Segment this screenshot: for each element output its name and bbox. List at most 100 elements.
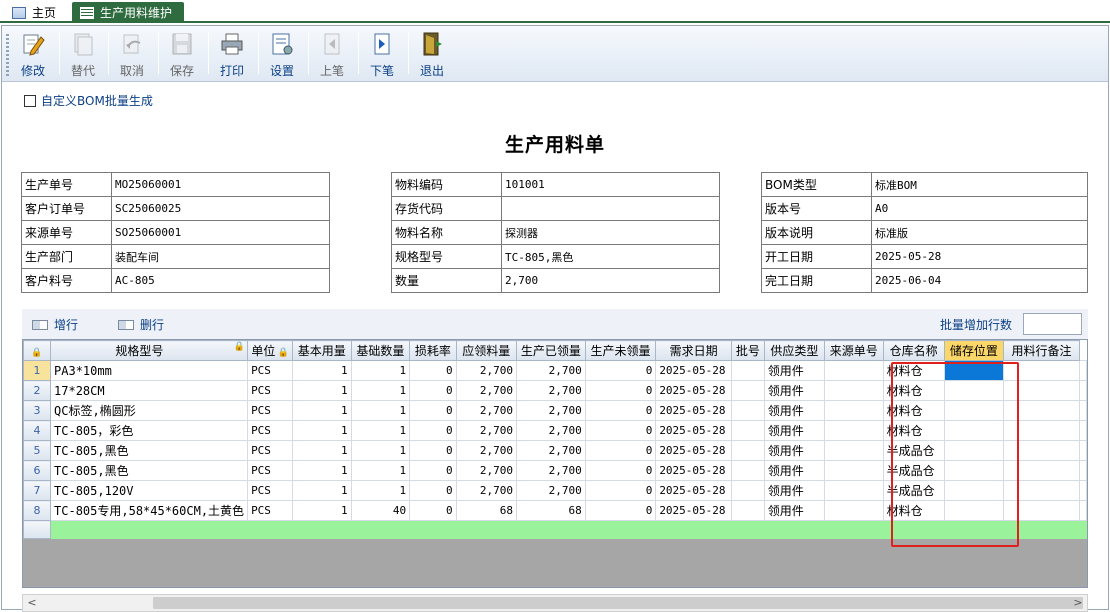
table-cell[interactable]: 2,700 bbox=[515, 440, 586, 461]
table-cell[interactable]: 材料仓 bbox=[882, 400, 945, 421]
table-row[interactable]: 8 TC-805专用,58*45*60CM,土黄色 PCS 1 40 0 68 68 0 2025… bbox=[23, 500, 1087, 521]
exit-button[interactable]: 退出 bbox=[409, 28, 455, 78]
table-cell[interactable] bbox=[943, 420, 1005, 441]
field-value[interactable]: 2025-06-04 bbox=[871, 268, 1088, 293]
table-cell[interactable]: QC标签,椭圆形 bbox=[50, 400, 249, 421]
table-cell[interactable]: 2,700 bbox=[455, 400, 517, 421]
table-cell[interactable] bbox=[824, 360, 884, 381]
table-cell[interactable]: 2025-05-28 bbox=[655, 420, 732, 441]
table-cell[interactable] bbox=[824, 440, 884, 461]
table-cell[interactable]: 1 bbox=[292, 380, 352, 401]
table-cell[interactable] bbox=[247, 520, 294, 539]
table-cell[interactable] bbox=[943, 500, 1005, 521]
new-entry-row[interactable] bbox=[23, 520, 1087, 539]
col-header-issued-qty[interactable]: 生产已领量 bbox=[515, 340, 586, 361]
edit-button[interactable]: 修改 bbox=[10, 28, 56, 78]
table-cell[interactable] bbox=[730, 420, 765, 441]
table-cell[interactable] bbox=[1003, 420, 1080, 441]
table-cell[interactable]: PCS bbox=[247, 460, 294, 481]
row-number[interactable]: 3 bbox=[23, 400, 52, 421]
table-cell[interactable]: 68 bbox=[455, 500, 517, 521]
table-cell[interactable]: TC-805,120V bbox=[50, 480, 249, 501]
field-value[interactable]: 装配车间 bbox=[111, 244, 330, 269]
table-cell[interactable] bbox=[1003, 480, 1080, 501]
cancel-button[interactable]: 取消 bbox=[109, 28, 155, 78]
table-cell[interactable] bbox=[730, 400, 765, 421]
table-cell[interactable] bbox=[943, 460, 1005, 481]
col-header-supply-type[interactable]: 供应类型 bbox=[763, 340, 826, 361]
table-cell[interactable]: 半成品仓 bbox=[882, 460, 945, 481]
col-header-required-qty[interactable]: 应领料量 bbox=[455, 340, 517, 361]
table-cell[interactable]: 领用件 bbox=[763, 480, 826, 501]
table-cell[interactable] bbox=[292, 520, 352, 539]
scroll-right-arrow[interactable]: > bbox=[1070, 596, 1086, 610]
table-cell[interactable]: PCS bbox=[247, 440, 294, 461]
table-cell[interactable]: 0 bbox=[584, 420, 657, 441]
table-cell[interactable]: PCS bbox=[247, 400, 294, 421]
tab-home[interactable]: 主页 bbox=[6, 2, 66, 23]
field-value[interactable]: SO25060001 bbox=[111, 220, 330, 245]
table-cell[interactable]: TC-805,黑色 bbox=[50, 440, 249, 461]
next-record-button[interactable]: 下笔 bbox=[359, 28, 405, 78]
table-cell[interactable] bbox=[824, 520, 884, 539]
prev-record-button[interactable]: 上笔 bbox=[309, 28, 355, 78]
table-cell[interactable]: 材料仓 bbox=[882, 360, 945, 381]
table-cell[interactable]: TC-805,黑色 bbox=[50, 460, 249, 481]
table-cell[interactable]: 领用件 bbox=[763, 500, 826, 521]
table-cell[interactable]: 2025-05-28 bbox=[655, 460, 732, 481]
row-number[interactable]: 1 bbox=[23, 360, 52, 381]
table-cell[interactable]: 0 bbox=[409, 380, 457, 401]
table-row[interactable]: 6 TC-805,黑色 PCS 1 1 0 2,700 2,700 0 2025-05-28 领用件… bbox=[23, 460, 1087, 481]
table-cell[interactable] bbox=[730, 380, 765, 401]
table-cell[interactable]: 0 bbox=[584, 460, 657, 481]
table-cell[interactable] bbox=[730, 440, 765, 461]
table-cell[interactable]: PCS bbox=[247, 380, 294, 401]
row-number[interactable]: 8 bbox=[23, 500, 52, 521]
table-row[interactable]: 2 17*28CM PCS 1 1 0 2,700 2,700 0 2025-05-28 领用件 材料… bbox=[23, 380, 1087, 401]
table-cell[interactable]: 0 bbox=[584, 440, 657, 461]
table-cell[interactable]: 0 bbox=[409, 420, 457, 441]
table-cell[interactable]: 2,700 bbox=[455, 420, 517, 441]
table-cell[interactable]: 2,700 bbox=[515, 400, 586, 421]
table-cell[interactable] bbox=[824, 480, 884, 501]
table-cell[interactable] bbox=[824, 400, 884, 421]
table-cell[interactable] bbox=[943, 400, 1005, 421]
table-cell[interactable]: TC-805，彩色 bbox=[50, 420, 249, 441]
table-cell[interactable]: 2,700 bbox=[455, 480, 517, 501]
delete-row-button[interactable]: 删行 bbox=[118, 316, 164, 333]
col-header-source-no[interactable]: 来源单号 bbox=[824, 340, 884, 361]
table-cell[interactable]: 2,700 bbox=[455, 440, 517, 461]
table-cell[interactable]: 1 bbox=[292, 500, 352, 521]
table-cell[interactable]: PCS bbox=[247, 360, 294, 381]
row-number[interactable]: 5 bbox=[23, 440, 52, 461]
add-row-button[interactable]: 增行 bbox=[32, 316, 78, 333]
table-cell[interactable]: 0 bbox=[409, 500, 457, 521]
table-cell[interactable] bbox=[763, 520, 826, 539]
table-cell[interactable]: 1 bbox=[292, 440, 352, 461]
table-cell[interactable]: 40 bbox=[350, 500, 411, 521]
table-cell[interactable]: 2025-05-28 bbox=[655, 360, 732, 381]
table-cell[interactable] bbox=[515, 520, 586, 539]
table-cell[interactable]: 1 bbox=[292, 360, 352, 381]
field-value[interactable]: 标准版 bbox=[871, 220, 1088, 245]
col-header-loss-rate[interactable]: 损耗率 bbox=[409, 340, 457, 361]
row-number[interactable]: 6 bbox=[23, 460, 52, 481]
row-number[interactable] bbox=[23, 520, 52, 539]
table-cell[interactable]: 2,700 bbox=[515, 480, 586, 501]
table-cell[interactable] bbox=[943, 520, 1005, 539]
table-cell[interactable] bbox=[1079, 520, 1087, 539]
table-cell[interactable]: 2,700 bbox=[515, 380, 586, 401]
field-value[interactable]: SC25060025 bbox=[111, 196, 330, 221]
settings-button[interactable]: 设置 bbox=[259, 28, 305, 78]
table-row[interactable]: 1 PA3*10mm PCS 1 1 0 2,700 2,700 0 2025-05-28 领用件材… bbox=[23, 360, 1087, 381]
table-cell[interactable]: 领用件 bbox=[763, 420, 826, 441]
table-cell[interactable]: 1 bbox=[292, 460, 352, 481]
table-cell[interactable] bbox=[943, 440, 1005, 461]
table-cell[interactable] bbox=[824, 500, 884, 521]
table-cell[interactable] bbox=[1003, 440, 1080, 461]
table-cell[interactable]: 1 bbox=[292, 480, 352, 501]
print-button[interactable]: 打印 bbox=[209, 28, 255, 78]
table-cell[interactable]: PCS bbox=[247, 480, 294, 501]
table-cell[interactable] bbox=[1003, 380, 1080, 401]
table-cell[interactable]: 0 bbox=[584, 380, 657, 401]
